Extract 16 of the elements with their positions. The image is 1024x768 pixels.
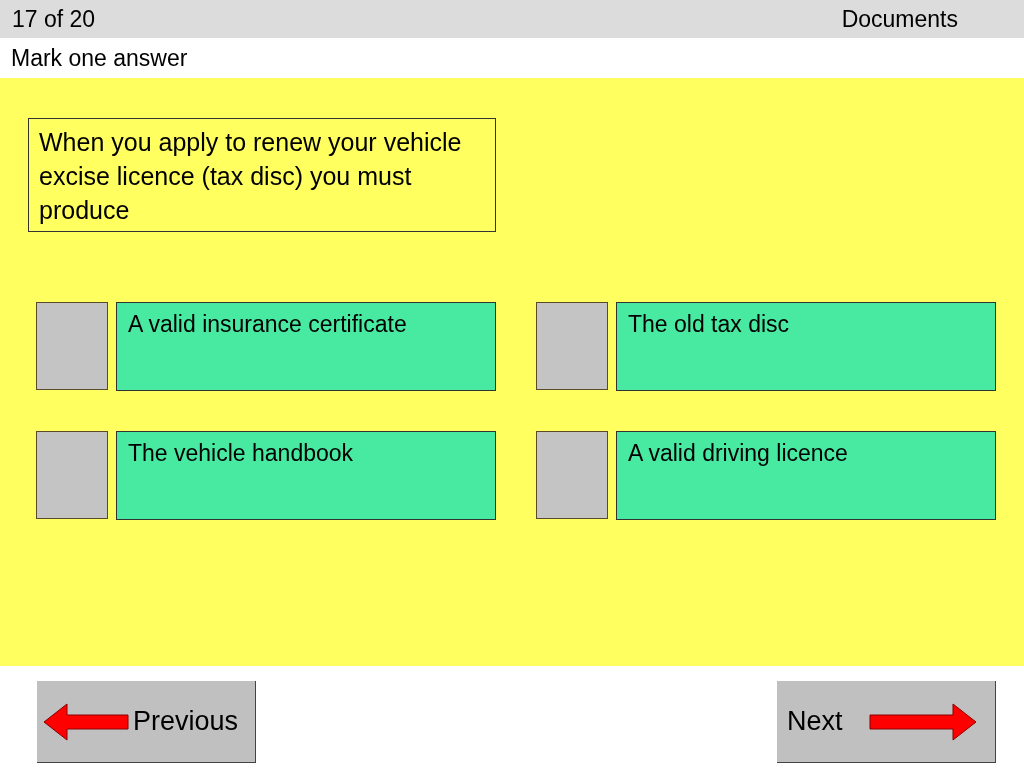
question-text: When you apply to renew your vehicle excise licence (tax disc) you must produce [28,118,496,232]
previous-button[interactable]: Previous [37,681,256,763]
answer-checkbox[interactable] [36,302,108,390]
question-counter: 17 of 20 [12,5,96,33]
topic-title: Documents [841,5,958,33]
answer-checkbox[interactable] [536,431,608,519]
left-arrow-icon [43,702,129,741]
right-arrow-icon [868,702,977,741]
answer-option[interactable]: A valid driving licence [616,431,996,520]
answer-option[interactable]: A valid insurance certificate [116,302,496,391]
answer-option[interactable]: The vehicle handbook [116,431,496,520]
answer-checkbox[interactable] [536,302,608,390]
answer-checkbox[interactable] [36,431,108,519]
instruction-text: Mark one answer [11,44,188,72]
answer-option[interactable]: The old tax disc [616,302,996,391]
next-button[interactable]: Next [777,681,996,763]
